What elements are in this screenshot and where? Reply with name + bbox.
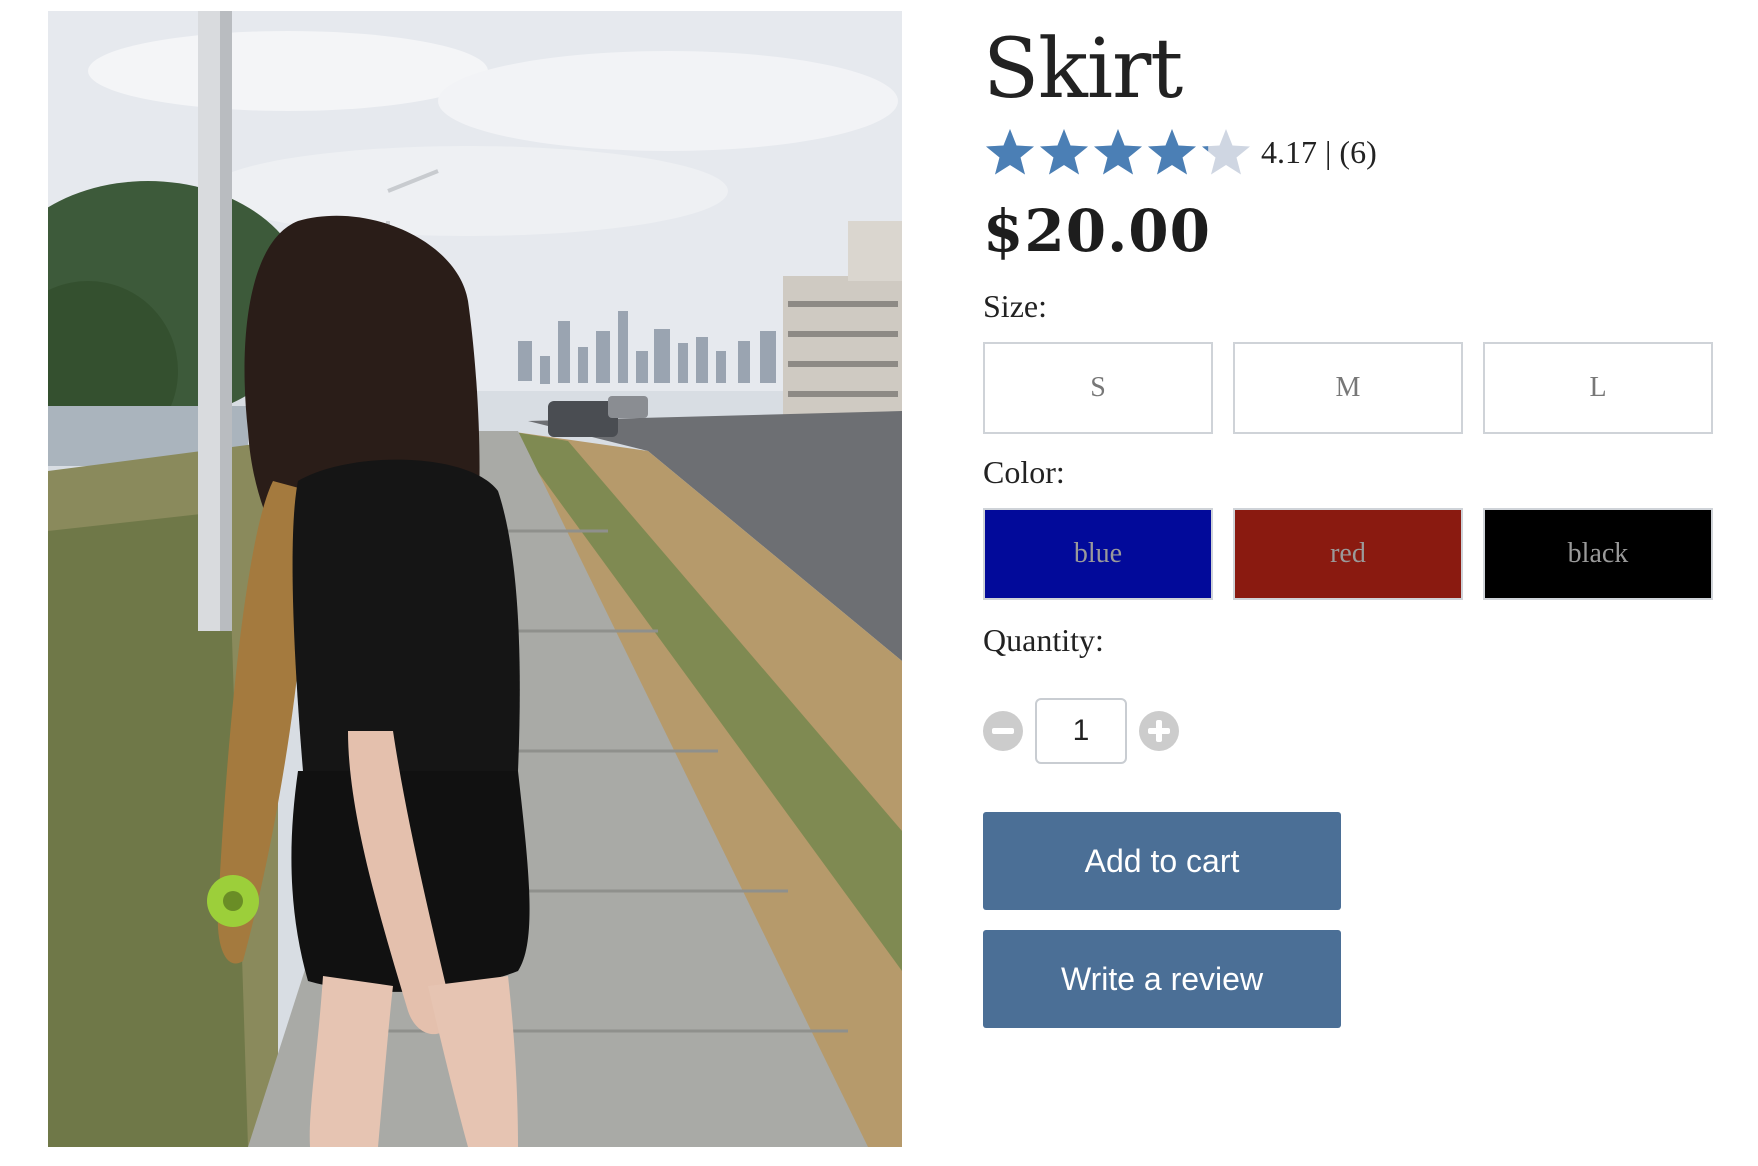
color-option-red[interactable]: red [1233, 508, 1463, 600]
size-options: S M L [983, 342, 1723, 434]
size-option-m[interactable]: M [1233, 342, 1463, 434]
plus-circle-icon[interactable] [1139, 711, 1179, 751]
product-details: Skirt 4.17 | (6) $20.00 Size: S M L Colo… [983, 20, 1723, 1028]
color-label: Color: [983, 454, 1065, 490]
quantity-label: Quantity: [983, 622, 1104, 658]
color-option-blue[interactable]: blue [983, 508, 1213, 600]
product-title: Skirt [983, 22, 1183, 117]
quantity-input[interactable] [1035, 698, 1127, 764]
rating: 4.17 | (6) [983, 122, 1723, 182]
star-icon [1199, 126, 1253, 178]
product-price: $20.00 [983, 197, 1211, 265]
star-icon [983, 126, 1037, 178]
size-option-s[interactable]: S [983, 342, 1213, 434]
star-icon [1091, 126, 1145, 178]
minus-circle-icon[interactable] [983, 711, 1023, 751]
rating-summary: 4.17 | (6) [1261, 133, 1377, 170]
add-to-cart-button[interactable]: Add to cart [983, 812, 1341, 910]
quantity-stepper [983, 698, 1723, 764]
color-option-black[interactable]: black [1483, 508, 1713, 600]
product-image [48, 11, 902, 1147]
star-rating [983, 126, 1253, 178]
size-label: Size: [983, 288, 1047, 324]
size-option-l[interactable]: L [1483, 342, 1713, 434]
star-icon [1037, 126, 1091, 178]
star-icon [1145, 126, 1199, 178]
write-review-button[interactable]: Write a review [983, 930, 1341, 1028]
color-options: blue red black [983, 508, 1723, 600]
